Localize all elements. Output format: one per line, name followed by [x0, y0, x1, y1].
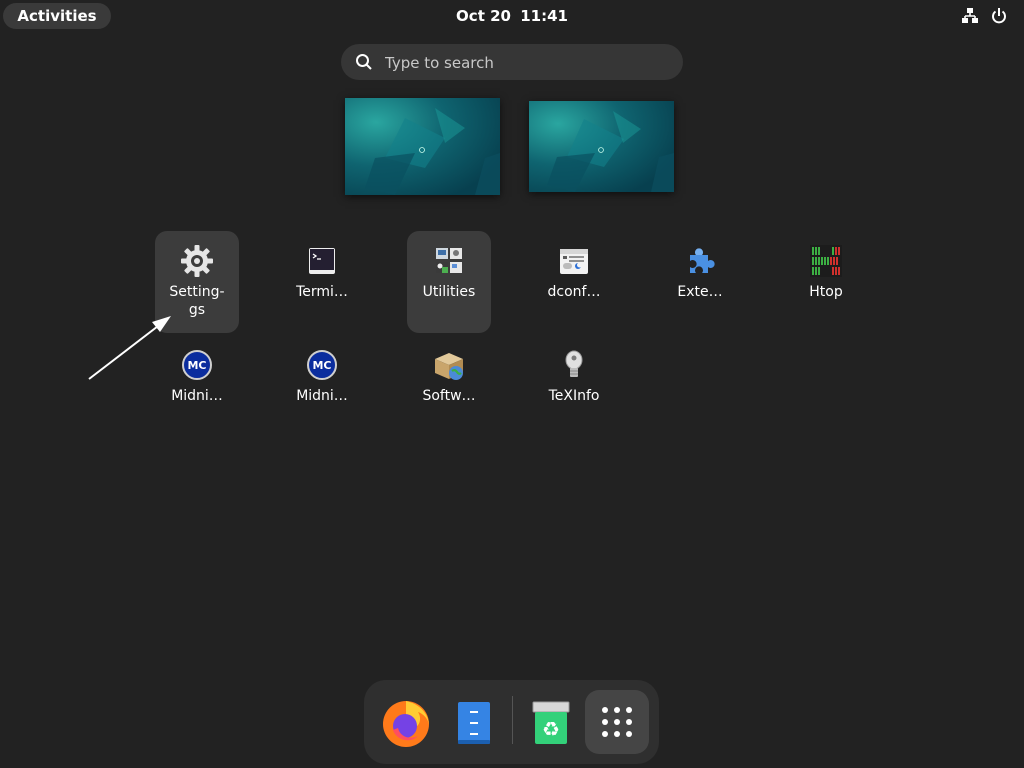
files-cabinet-icon[interactable]	[442, 690, 506, 754]
app-midnight-commander-2[interactable]: MC Midni…	[280, 335, 364, 437]
app-software[interactable]: Softw…	[407, 335, 491, 437]
terminal-icon	[309, 248, 335, 274]
annotation-arrow	[88, 316, 171, 380]
midnight-commander-icon: MC	[182, 350, 212, 380]
app-label: dconf…	[547, 284, 601, 300]
svg-text:MC: MC	[312, 359, 331, 372]
utilities-folder-icon	[436, 248, 462, 273]
app-label: Softw…	[422, 388, 476, 404]
app-label: Midni…	[296, 388, 348, 404]
search-icon	[356, 54, 372, 70]
search-input[interactable]	[383, 44, 677, 82]
app-label: Htop	[809, 284, 843, 300]
clock[interactable]: Oct 20 11:41	[440, 0, 584, 32]
workspace-thumbnail-2[interactable]	[529, 101, 674, 192]
show-applications-button[interactable]	[585, 690, 649, 754]
app-utilities-folder[interactable]: Utilities	[407, 231, 491, 333]
app-label: TeXInfo	[548, 388, 600, 404]
svg-text:♻: ♻	[542, 717, 560, 741]
app-label: Exte…	[677, 284, 723, 300]
search-bar[interactable]	[341, 44, 683, 82]
app-extensions[interactable]: Exte…	[658, 231, 742, 333]
activities-button[interactable]: Activities	[3, 3, 111, 29]
trash-icon[interactable]: ♻	[519, 690, 583, 754]
app-label: Termi…	[296, 284, 348, 300]
software-package-icon	[435, 353, 463, 380]
app-label: Midni…	[171, 388, 223, 404]
clock-date: Oct 20	[456, 7, 511, 25]
gear-icon	[181, 245, 213, 277]
texinfo-icon	[565, 350, 583, 377]
app-label-line-1: Setting-	[169, 284, 225, 300]
workspace-thumbnail-1[interactable]	[345, 98, 500, 195]
dock-separator	[512, 696, 513, 744]
clock-time: 11:41	[520, 7, 568, 25]
firefox-icon[interactable]	[374, 690, 438, 754]
extensions-puzzle-icon	[690, 248, 715, 273]
midnight-commander-icon: MC	[307, 350, 337, 380]
app-dconf-editor[interactable]: dconf…	[532, 231, 616, 333]
app-texinfo[interactable]: TeXInfo	[532, 335, 616, 437]
htop-icon	[810, 245, 842, 277]
top-bar: Activities Oct 20 11:41	[0, 0, 1024, 32]
dock: ♻	[364, 680, 659, 764]
app-terminal[interactable]: Termi…	[280, 231, 364, 333]
svg-text:MC: MC	[187, 359, 206, 372]
dconf-editor-icon	[560, 249, 588, 274]
power-icon[interactable]	[989, 6, 1009, 26]
app-htop[interactable]: Htop	[784, 231, 868, 333]
app-grid-icon	[602, 707, 632, 737]
app-label: Utilities	[422, 284, 476, 300]
network-wired-icon[interactable]	[960, 6, 980, 26]
